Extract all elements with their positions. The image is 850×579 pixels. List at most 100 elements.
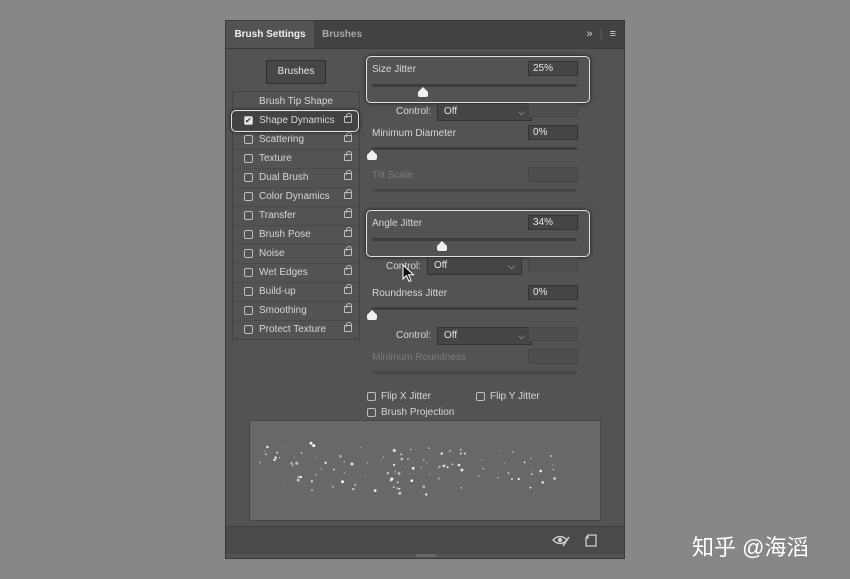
control-select[interactable]: Off ⌵	[437, 327, 532, 345]
angle-jitter-input[interactable]: 34%	[528, 215, 578, 230]
brush-stroke-preview-image	[259, 441, 557, 496]
mouse-cursor-icon	[402, 264, 415, 283]
lock-icon[interactable]	[344, 170, 352, 180]
control-label: Control:	[396, 106, 432, 117]
list-item-label: Noise	[259, 248, 285, 259]
brush-stroke-preview	[249, 420, 601, 521]
control-select-value: Off	[444, 106, 458, 117]
roundness-jitter-input[interactable]: 0%	[528, 285, 578, 300]
lock-icon[interactable]	[344, 303, 352, 313]
list-item-label: Brush Pose	[259, 229, 311, 240]
lock-icon[interactable]	[344, 284, 352, 294]
minimum-diameter-slider[interactable]	[367, 147, 577, 160]
control-select[interactable]: Off ⌵	[427, 257, 522, 275]
create-new-brush-icon[interactable]	[585, 534, 597, 547]
flip-x-jitter-checkbox[interactable]	[367, 392, 376, 401]
minimum-roundness-slider	[372, 371, 577, 374]
flip-y-jitter-checkbox[interactable]	[476, 392, 485, 401]
size-jitter-label: Size Jitter	[372, 64, 416, 75]
chevron-down-icon: ⌵	[518, 331, 525, 341]
toggle-live-tip-preview-icon[interactable]	[552, 534, 570, 547]
lock-icon[interactable]	[344, 189, 352, 199]
panel-footer	[226, 526, 624, 554]
checkbox-noise[interactable]	[244, 249, 253, 258]
tilt-scale-label: Tilt Scale	[372, 170, 413, 181]
panel-menu-icons: » | ≡	[586, 28, 616, 40]
list-item-scattering[interactable]: Scattering	[233, 131, 359, 150]
flip-y-jitter-label: Flip Y Jitter	[490, 391, 540, 402]
brush-projection-label: Brush Projection	[381, 407, 455, 418]
control-value-box	[528, 103, 578, 117]
lock-icon[interactable]	[344, 132, 352, 142]
brush-projection-checkbox[interactable]	[367, 408, 376, 417]
collapse-icon[interactable]: »	[586, 28, 592, 40]
checkbox-wet-edges[interactable]	[244, 268, 253, 277]
control-select-value: Off	[444, 330, 458, 341]
list-item-wet-edges[interactable]: Wet Edges	[233, 264, 359, 283]
panel-tab-bar: Brush Settings Brushes » | ≡	[226, 21, 624, 49]
checkbox-build-up[interactable]	[244, 287, 253, 296]
tab-brushes[interactable]: Brushes	[322, 21, 362, 48]
lock-icon[interactable]	[344, 151, 352, 161]
list-item-protect-texture[interactable]: Protect Texture	[233, 321, 359, 339]
control-value-box	[528, 327, 578, 341]
checkbox-texture[interactable]	[244, 154, 253, 163]
lock-icon[interactable]	[344, 246, 352, 256]
list-item-label: Scattering	[259, 134, 305, 145]
list-item-label: Texture	[259, 153, 292, 164]
list-item-label: Protect Texture	[259, 324, 327, 335]
brush-settings-panel: Brush Settings Brushes » | ≡ Brushes Bru…	[225, 20, 625, 559]
list-item-color-dynamics[interactable]: Color Dynamics	[233, 188, 359, 207]
list-item-label: Dual Brush	[259, 172, 309, 183]
roundness-jitter-slider[interactable]	[367, 307, 577, 320]
flip-x-jitter-label: Flip X Jitter	[381, 391, 432, 402]
panel-menu-icon[interactable]: ≡	[610, 28, 616, 40]
list-item-dual-brush[interactable]: Dual Brush	[233, 169, 359, 188]
watermark-text: 知乎 @海滔	[692, 535, 809, 560]
list-item-transfer[interactable]: Transfer	[233, 207, 359, 226]
shape-dynamics-highlight	[231, 110, 359, 132]
tab-brush-settings[interactable]: Brush Settings	[226, 21, 314, 48]
lock-icon[interactable]	[344, 208, 352, 218]
minimum-roundness-input	[528, 349, 578, 364]
minimum-roundness-label: Minimum Roundness	[372, 352, 466, 363]
list-item-label: Smoothing	[259, 305, 307, 316]
list-item-label: Color Dynamics	[259, 191, 330, 202]
chevron-down-icon: ⌵	[508, 261, 515, 271]
checkbox-color-dynamics[interactable]	[244, 192, 253, 201]
size-jitter-slider[interactable]	[372, 84, 577, 97]
list-item-noise[interactable]: Noise	[233, 245, 359, 264]
checkbox-scattering[interactable]	[244, 135, 253, 144]
lock-icon[interactable]	[344, 227, 352, 237]
roundness-jitter-label: Roundness Jitter	[372, 288, 448, 299]
list-item-label: Brush Tip Shape	[259, 96, 333, 107]
list-item-label: Wet Edges	[259, 267, 308, 278]
checkbox-smoothing[interactable]	[244, 306, 253, 315]
list-item-build-up[interactable]: Build-up	[233, 283, 359, 302]
tilt-scale-input	[528, 167, 578, 182]
list-item-label: Transfer	[259, 210, 296, 221]
tilt-scale-slider	[372, 189, 577, 192]
resize-grip[interactable]	[416, 554, 436, 557]
size-jitter-input[interactable]: 25%	[528, 61, 578, 76]
checkbox-dual-brush[interactable]	[244, 173, 253, 182]
angle-jitter-label: Angle Jitter	[372, 218, 423, 229]
chevron-down-icon: ⌵	[518, 107, 525, 117]
control-select[interactable]: Off ⌵	[437, 103, 532, 121]
minimum-diameter-label: Minimum Diameter	[372, 128, 456, 139]
list-item-texture[interactable]: Texture	[233, 150, 359, 169]
brushes-button[interactable]: Brushes	[266, 60, 326, 84]
minimum-diameter-input[interactable]: 0%	[528, 125, 578, 140]
checkbox-brush-pose[interactable]	[244, 230, 253, 239]
control-label: Control:	[396, 330, 432, 341]
lock-icon[interactable]	[344, 322, 352, 332]
control-value-box	[528, 257, 578, 271]
checkbox-protect-texture[interactable]	[244, 325, 253, 334]
angle-jitter-slider[interactable]	[372, 238, 577, 251]
checkbox-transfer[interactable]	[244, 211, 253, 220]
lock-icon[interactable]	[344, 265, 352, 275]
list-item-label: Build-up	[259, 286, 296, 297]
control-select-value: Off	[434, 260, 448, 271]
list-item-smoothing[interactable]: Smoothing	[233, 302, 359, 321]
list-item-brush-pose[interactable]: Brush Pose	[233, 226, 359, 245]
